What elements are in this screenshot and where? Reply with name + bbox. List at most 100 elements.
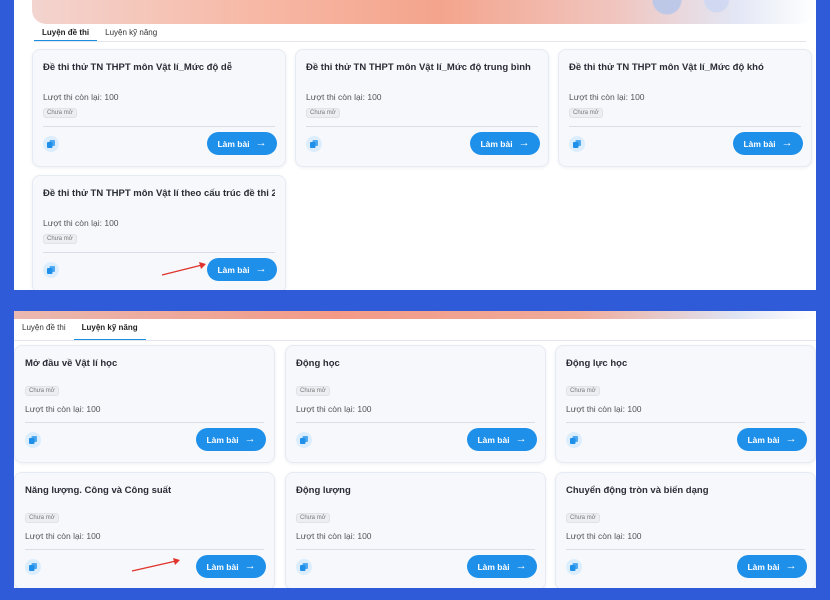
card-title: Đề thi thử TN THPT môn Vật lí theo cấu t… [43,188,275,199]
start-exam-label: Làm bài [217,264,250,275]
exam-card: Đề thi thử TN THPT môn Vật lí_Mức độ dễ L… [32,49,286,167]
arrow-right-icon: → [255,263,267,275]
start-exam-label: Làm bài [477,561,510,572]
card-title: Động học [296,358,340,369]
start-exam-button[interactable]: Làm bài → [207,258,277,281]
banner-decoration [634,0,744,24]
start-exam-button[interactable]: Làm bài → [467,428,537,451]
card-title: Đề thi thử TN THPT môn Vật lí_Mức độ dễ [43,62,232,73]
status-badge: Chưa mở [43,108,77,118]
arrow-right-icon: → [244,433,256,445]
start-exam-label: Làm bài [217,138,250,149]
remaining-attempts: Lượt thi còn lại: 100 [25,404,101,414]
arrow-right-icon: → [244,560,256,572]
tab-exam-practice[interactable]: Luyện đề thi [34,24,98,42]
remaining-attempts: Lượt thi còn lại: 100 [569,92,645,102]
status-badge: Chưa mở [566,386,600,396]
card-divider [566,422,805,423]
documents-icon[interactable] [25,432,41,448]
remaining-attempts: Lượt thi còn lại: 100 [296,531,372,541]
start-exam-button[interactable]: Làm bài → [196,428,266,451]
card-divider [25,549,264,550]
remaining-attempts: Lượt thi còn lại: 100 [566,404,642,414]
header-banner [32,0,814,24]
card-divider [569,126,801,127]
documents-icon[interactable] [43,136,59,152]
card-title: Năng lượng. Công và Công suất [25,485,172,496]
status-badge: Chưa mở [43,234,77,244]
status-badge: Chưa mở [25,513,59,523]
exam-card: Đề thi thử TN THPT môn Vật lí theo cấu t… [32,175,286,290]
start-exam-button[interactable]: Làm bài → [737,555,807,578]
start-exam-button[interactable]: Làm bài → [737,428,807,451]
start-exam-label: Làm bài [206,434,239,445]
exam-card: Đề thi thử TN THPT môn Vật lí_Mức độ khó… [558,49,812,167]
exam-practice-panel: Luyện đề thi Luyện kỹ năng Đề thi thử TN… [14,0,816,290]
start-exam-label: Làm bài [747,561,780,572]
annotation-arrow-bottom [131,558,180,572]
exam-card: Động học Chưa mở Lượt thi còn lại: 100 Làm … [285,345,546,463]
annotation-arrow-top [161,262,206,276]
start-exam-button[interactable]: Làm bài → [207,132,277,155]
documents-icon[interactable] [569,136,585,152]
start-exam-button[interactable]: Làm bài → [467,555,537,578]
documents-icon[interactable] [43,262,59,278]
tab-skill-practice[interactable]: Luyện kỹ năng [73,319,146,341]
arrow-right-icon: → [518,137,530,149]
card-divider [296,422,535,423]
card-title: Chuyển động tròn và biến dạng [566,485,709,496]
card-title: Động lực học [566,358,628,369]
exam-card: Động lượng Chưa mở Lượt thi còn lại: 100 Là… [285,472,546,588]
documents-icon[interactable] [566,559,582,575]
remaining-attempts: Lượt thi còn lại: 100 [306,92,382,102]
documents-icon[interactable] [566,432,582,448]
status-badge: Chưa mở [306,108,340,118]
card-divider [566,549,805,550]
tab-bar: Luyện đề thi Luyện kỹ năng [34,24,165,42]
tab-skill-practice[interactable]: Luyện kỹ năng [97,24,165,42]
card-divider [296,549,535,550]
remaining-attempts: Lượt thi còn lại: 100 [25,531,101,541]
status-badge: Chưa mở [296,513,330,523]
exam-card: Chuyển động tròn và biến dạng Chưa mở Lượt… [555,472,816,588]
remaining-attempts: Lượt thi còn lại: 100 [566,531,642,541]
skill-practice-panel: Luyện đề thi Luyện kỹ năng Mở đầu về Vật… [14,311,816,588]
documents-icon[interactable] [296,432,312,448]
arrow-right-icon: → [515,560,527,572]
status-badge: Chưa mở [569,108,603,118]
remaining-attempts: Lượt thi còn lại: 100 [43,92,119,102]
card-title: Đề thi thử TN THPT môn Vật lí_Mức độ tru… [306,62,531,73]
exam-card: Mở đầu về Vật lí học Chưa mở Lượt thi còn … [14,345,275,463]
remaining-attempts: Lượt thi còn lại: 100 [296,404,372,414]
arrow-right-icon: → [515,433,527,445]
status-badge: Chưa mở [296,386,330,396]
start-exam-label: Làm bài [743,138,776,149]
card-divider [43,252,275,253]
status-badge: Chưa mở [25,386,59,396]
tab-exam-practice[interactable]: Luyện đề thi [14,319,74,341]
start-exam-label: Làm bài [747,434,780,445]
start-exam-label: Làm bài [480,138,513,149]
exam-card: Đề thi thử TN THPT môn Vật lí_Mức độ tru… [295,49,549,167]
exam-card: Động lực học Chưa mở Lượt thi còn lại: 100… [555,345,816,463]
status-badge: Chưa mở [566,513,600,523]
documents-icon[interactable] [306,136,322,152]
start-exam-label: Làm bài [206,561,239,572]
start-exam-button[interactable]: Làm bài → [733,132,803,155]
arrow-right-icon: → [785,433,797,445]
start-exam-button[interactable]: Làm bài → [470,132,540,155]
tab-bar: Luyện đề thi Luyện kỹ năng [14,319,146,341]
card-divider [306,126,538,127]
arrow-right-icon: → [785,560,797,572]
card-title: Động lượng [296,485,351,496]
tab-divider [14,340,816,341]
documents-icon[interactable] [296,559,312,575]
card-divider [25,422,264,423]
start-exam-button[interactable]: Làm bài → [196,555,266,578]
arrow-right-icon: → [781,137,793,149]
tab-divider [34,41,806,42]
card-title: Mở đầu về Vật lí học [25,358,118,369]
arrow-right-icon: → [255,137,267,149]
documents-icon[interactable] [25,559,41,575]
remaining-attempts: Lượt thi còn lại: 100 [43,218,119,228]
